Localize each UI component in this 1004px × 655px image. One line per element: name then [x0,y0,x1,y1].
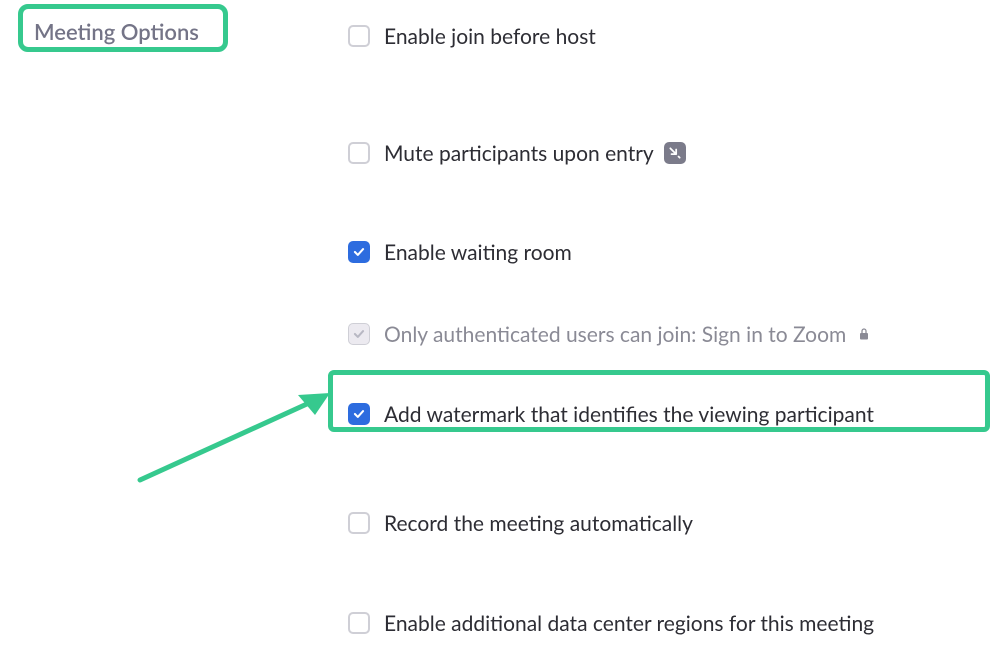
option-label: Add watermark that identifies the viewin… [384,402,874,427]
checkbox-icon[interactable] [348,512,370,534]
option-only-authenticated-users: Only authenticated users can join: Sign … [348,318,870,350]
option-label: Enable additional data center regions fo… [384,611,874,636]
checkbox-icon[interactable] [348,25,370,47]
option-label: Enable join before host [384,24,596,49]
option-enable-data-center-regions[interactable]: Enable additional data center regions fo… [348,607,874,639]
checkbox-icon[interactable] [348,142,370,164]
option-enable-waiting-room[interactable]: Enable waiting room [348,236,572,268]
info-badge-icon[interactable] [664,142,686,164]
checkbox-checked-icon[interactable] [348,241,370,263]
lock-icon [858,327,870,341]
checkbox-checked-icon[interactable] [348,403,370,425]
option-label: Record the meeting automatically [384,511,693,536]
annotation-arrow-icon [130,380,340,490]
option-label: Only authenticated users can join: Sign … [384,322,846,347]
section-heading-meeting-options: Meeting Options [34,18,199,45]
option-mute-participants-upon-entry[interactable]: Mute participants upon entry [348,137,686,169]
option-record-automatically[interactable]: Record the meeting automatically [348,507,693,539]
option-label: Enable waiting room [384,240,572,265]
option-label: Mute participants upon entry [384,141,654,166]
checkbox-disabled-checked-icon [348,323,370,345]
checkbox-icon[interactable] [348,612,370,634]
option-enable-join-before-host[interactable]: Enable join before host [348,20,596,52]
option-add-watermark[interactable]: Add watermark that identifies the viewin… [348,398,874,430]
